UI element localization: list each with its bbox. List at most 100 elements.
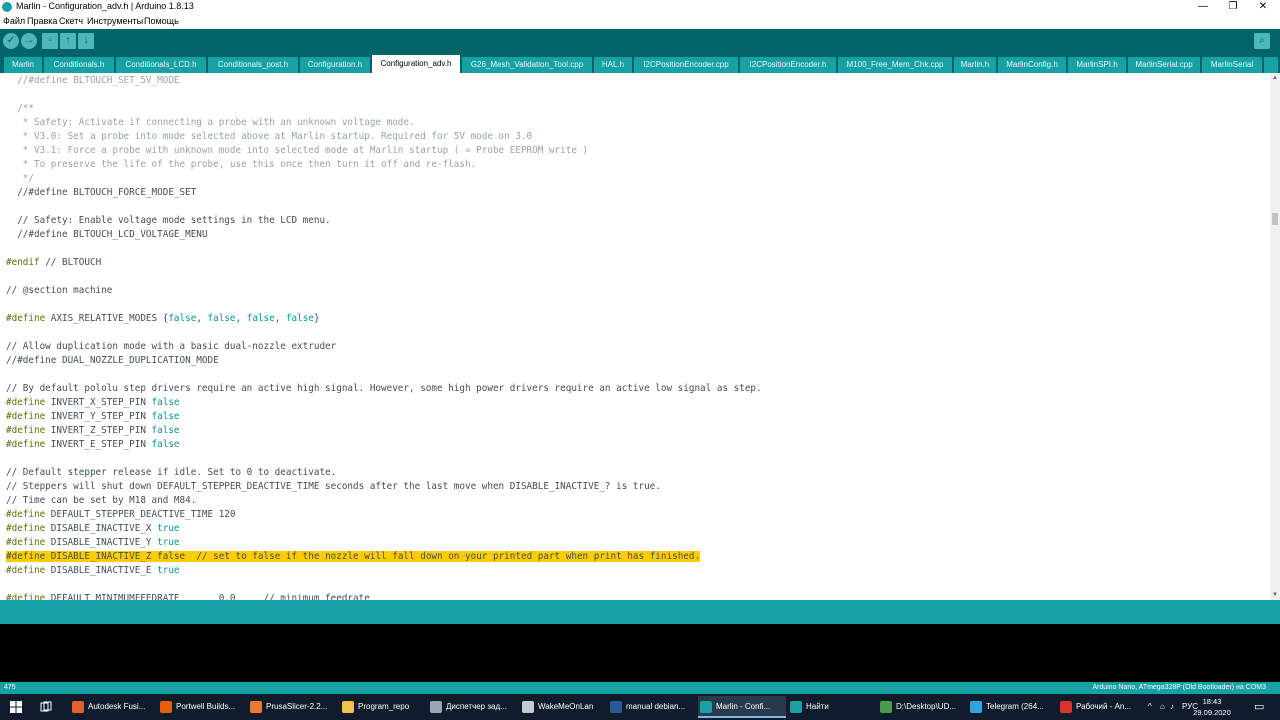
tab-marlinserial-cpp[interactable]: MarlinSerial.cpp xyxy=(1128,57,1200,73)
tab-conditionals-post[interactable]: Conditionals_post.h xyxy=(208,57,298,73)
code-line: //#define BLTOUCH_FORCE_MODE_SET xyxy=(6,187,196,199)
tab-configuration-adv[interactable]: Configuration_adv.h xyxy=(372,55,460,73)
taskbar-item[interactable]: Найти xyxy=(788,696,876,718)
code-token: #endif xyxy=(6,257,40,268)
console-output[interactable] xyxy=(0,624,1280,682)
tab-marlin[interactable]: Marlin xyxy=(4,57,42,73)
clock-date: 29.09.2020 xyxy=(1193,708,1231,717)
task-view-icon[interactable] xyxy=(40,701,52,713)
code-token: AXIS_RELATIVE_MODES { xyxy=(45,313,169,324)
code-token: DISABLE_INACTIVE_Z xyxy=(45,551,158,562)
code-token: /** xyxy=(6,103,34,114)
arrow-right-icon: → xyxy=(24,35,34,46)
code-token: */ xyxy=(6,173,34,184)
tab-g26-mesh[interactable]: G26_Mesh_Validation_Tool.cpp xyxy=(462,57,592,73)
serial-monitor-button[interactable]: ⌕ xyxy=(1254,33,1270,49)
code-token: // BLTOUCH xyxy=(39,257,102,268)
notification-icon[interactable]: ▭ xyxy=(1254,694,1264,720)
taskbar-item[interactable]: Autodesk Fusi... xyxy=(70,696,156,718)
tab-marlin-h[interactable]: Marlin.h xyxy=(954,57,996,73)
clock[interactable]: 18:43 29.09.2020 xyxy=(1192,696,1232,718)
upload-button[interactable]: → xyxy=(21,33,37,49)
code-token: * V3.1: Force a probe with unknown mode … xyxy=(6,145,589,156)
windows-logo-icon[interactable] xyxy=(10,701,22,713)
scroll-up-icon[interactable]: ▲ xyxy=(1270,73,1280,83)
scroll-thumb[interactable] xyxy=(1272,213,1278,225)
code-line: #define INVERT_X_STEP_PIN false xyxy=(6,397,180,409)
code-token: #define xyxy=(6,523,46,534)
code-token: false xyxy=(168,313,197,324)
taskbar-item[interactable]: D:\Desktop\UD... xyxy=(878,696,966,718)
network-icon[interactable]: ⌂ xyxy=(1160,694,1165,720)
scroll-down-icon[interactable]: ▼ xyxy=(1270,590,1280,600)
code-token: //#define DUAL_NOZZLE_DUPLICATION_MODE xyxy=(6,355,219,366)
message-bar xyxy=(0,600,1280,624)
open-button[interactable]: ↑ xyxy=(60,33,76,49)
tab-bar: Marlin Conditionals.h Conditionals_LCD.h… xyxy=(0,53,1280,73)
window-title: Marlin - Configuration_adv.h | Arduino 1… xyxy=(16,1,194,11)
tab-hal[interactable]: HAL.h xyxy=(594,57,632,73)
code-token: #define xyxy=(6,551,46,562)
status-footer: 475 Arduino Nano, ATmega328P (Old Bootlo… xyxy=(0,682,1280,694)
tab-marlinconfig[interactable]: MarlinConfig.h xyxy=(998,57,1066,73)
new-button[interactable]: ▫ xyxy=(42,33,58,49)
tab-overflow[interactable] xyxy=(1264,57,1278,73)
close-button[interactable]: ✕ xyxy=(1248,0,1278,14)
code-token: // Safety: Enable voltage mode settings … xyxy=(6,215,331,226)
app-icon xyxy=(522,701,534,713)
app-icon xyxy=(160,701,172,713)
menu-tools[interactable]: Инструменты xyxy=(87,16,143,26)
taskbar-item[interactable]: Program_repo xyxy=(340,696,426,718)
taskbar-item[interactable]: Telegram (264... xyxy=(968,696,1056,718)
tab-i2c-encoder-h[interactable]: I2CPositionEncoder.h xyxy=(740,57,836,73)
code-token: DISABLE_INACTIVE_E xyxy=(45,565,158,576)
code-token: INVERT_X_STEP_PIN xyxy=(45,397,152,408)
tab-m100[interactable]: M100_Free_Mem_Chk.cpp xyxy=(838,57,952,73)
code-token: //#define BLTOUCH_LCD_VOLTAGE_MENU xyxy=(6,229,208,240)
maximize-button[interactable]: ❐ xyxy=(1218,0,1248,14)
taskbar-item[interactable]: Рабочий - An... xyxy=(1058,696,1142,718)
taskbar: Autodesk Fusi... Portwell Builds... PrusaS… xyxy=(0,694,1280,720)
code-token: //#define BLTOUCH_SET_5V_MODE xyxy=(6,75,180,86)
new-file-icon: ▫ xyxy=(48,35,52,46)
tab-configuration[interactable]: Configuration.h xyxy=(300,57,370,73)
volume-icon[interactable]: ♪ xyxy=(1170,694,1174,720)
code-token: // Default stepper release if idle. Set … xyxy=(6,467,337,478)
tab-marlinserial-h[interactable]: MarlinSerial xyxy=(1202,57,1262,73)
code-token: // Steppers will shut down DEFAULT_STEPP… xyxy=(6,481,661,492)
code-token: DISABLE_INACTIVE_Y xyxy=(45,537,158,548)
menu-sketch[interactable]: Скетч xyxy=(59,16,83,26)
code-line: #define INVERT_Z_STEP_PIN false xyxy=(6,425,180,437)
minimize-button[interactable]: — xyxy=(1188,0,1218,14)
taskbar-item[interactable]: Marlin - Confi... xyxy=(698,696,786,718)
code-line-highlighted: #define DISABLE_INACTIVE_Z false // set … xyxy=(6,551,701,563)
code-token: #define xyxy=(6,411,46,422)
code-token: * V3.0: Set a probe into mode selected a… xyxy=(6,131,533,142)
taskbar-item[interactable]: WakeMeOnLan xyxy=(520,696,606,718)
tray-chevron-icon[interactable]: ^ xyxy=(1148,694,1152,720)
code-line: #define DEFAULT_MINIMUMFEEDRATE 0.0 // m… xyxy=(6,593,370,600)
verify-button[interactable]: ✓ xyxy=(3,33,19,49)
code-token: // set to false if the nozzle will fall … xyxy=(185,551,701,562)
taskbar-item[interactable]: Диспетчер зад... xyxy=(428,696,518,718)
tab-conditionals[interactable]: Conditionals.h xyxy=(44,57,114,73)
menu-help[interactable]: Помощь xyxy=(144,16,179,26)
save-button[interactable]: ↓ xyxy=(78,33,94,49)
code-token: #define xyxy=(6,397,46,408)
editor-scrollbar[interactable]: ▲ ▼ xyxy=(1270,73,1280,600)
taskbar-item[interactable]: manual debian... xyxy=(608,696,696,718)
taskbar-item-label: Autodesk Fusi... xyxy=(88,702,146,711)
tab-conditionals-lcd[interactable]: Conditionals_LCD.h xyxy=(116,57,206,73)
menu-edit[interactable]: Правка xyxy=(27,16,57,26)
taskbar-item-label: Найти xyxy=(806,702,829,711)
tab-i2c-encoder-cpp[interactable]: I2CPositionEncoder.cpp xyxy=(634,57,738,73)
tab-marlinspi[interactable]: MarlinSPI.h xyxy=(1068,57,1126,73)
menu-file[interactable]: Файл xyxy=(3,16,25,26)
code-editor[interactable]: //#define BLTOUCH_SET_5V_MODE /** * Safe… xyxy=(0,73,1270,600)
line-number: 475 xyxy=(4,684,16,691)
taskbar-item[interactable]: PrusaSlicer-2.2... xyxy=(248,696,338,718)
code-line: #endif // BLTOUCH xyxy=(6,257,101,269)
code-line: * V3.1: Force a probe with unknown mode … xyxy=(6,145,588,157)
taskbar-item[interactable]: Portwell Builds... xyxy=(158,696,246,718)
code-token: #define xyxy=(6,425,46,436)
